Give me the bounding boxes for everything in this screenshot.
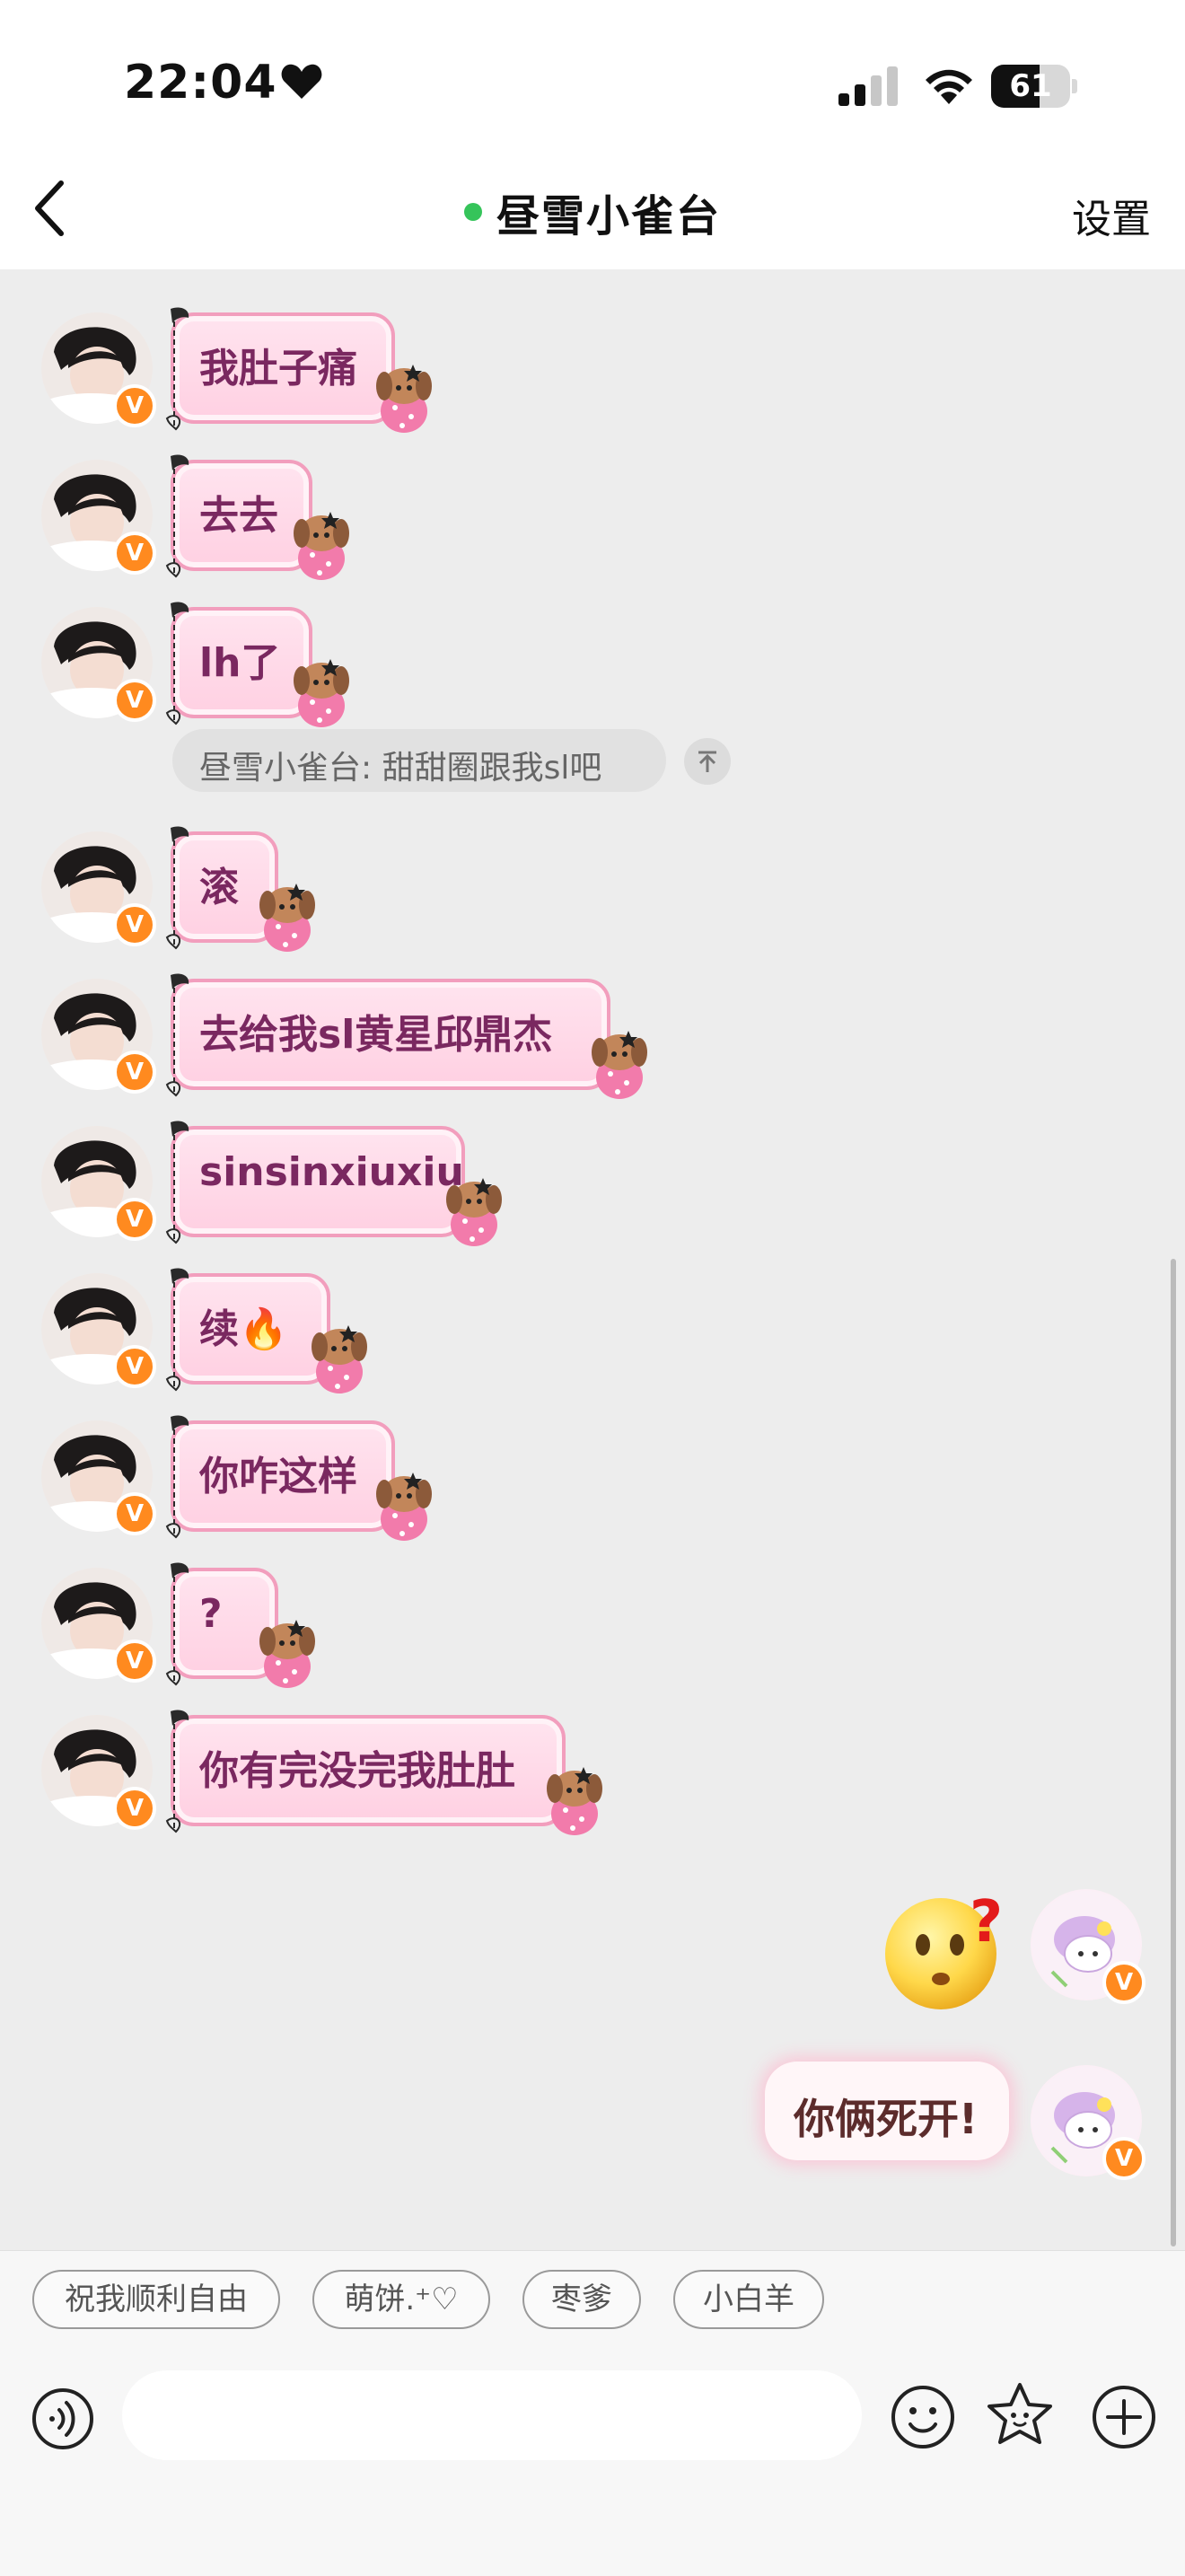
ribbon-bow-icon [165,602,189,725]
battery-level: 61 [1009,68,1052,104]
verified-badge: V [113,679,156,722]
chat-title-bar: 昼雪小雀台 [0,180,1185,244]
contact-avatar[interactable]: V [41,1126,156,1241]
verified-badge: V [1102,1961,1146,2004]
quick-reply-chip[interactable]: 萌饼.⁺♡ [312,2270,490,2329]
quick-reply-chip[interactable]: 祝我顺利自由 [32,2270,280,2329]
verified-badge: V [113,903,156,946]
contact-avatar[interactable]: V [41,1420,156,1535]
pinned-message[interactable]: 昼雪小雀台: 甜甜圈跟我sl吧 [172,729,666,792]
ribbon-bow-icon [165,1415,189,1539]
contact-avatar[interactable]: V [41,831,156,946]
settings-button[interactable]: 设置 [1072,187,1151,244]
message-bubble[interactable]: 去去 [165,454,366,580]
verified-badge: V [113,1492,156,1535]
cellular-signal-icon [838,66,898,106]
ribbon-bow-icon [165,973,189,1097]
my-avatar[interactable]: V [1031,2065,1146,2180]
puppy-sticker-icon [376,1473,432,1541]
contact-avatar[interactable]: V [41,607,156,722]
heart-icon [281,64,322,99]
message-text: 去去 [199,493,278,539]
verified-badge: V [113,1640,156,1683]
sticker-star-icon[interactable] [984,2379,1056,2451]
message-bubble[interactable]: 你咋这样 [165,1415,449,1541]
ribbon-bow-icon [165,307,189,431]
pin-to-top-button[interactable] [684,738,731,785]
contact-avatar[interactable]: V [41,979,156,1094]
verified-badge: V [113,1345,156,1388]
message-text: lh了 [199,640,281,686]
message-bubble[interactable]: 你有完没完我肚肚 [165,1710,619,1835]
ribbon-bow-icon [165,826,189,950]
message-text: ? [199,1591,223,1637]
svg-text:?: ? [970,1889,1003,1956]
plus-icon[interactable] [1090,2383,1158,2451]
contact-avatar[interactable]: V [41,1568,156,1683]
ribbon-bow-icon [165,1710,189,1833]
contact-avatar[interactable]: V [41,312,156,427]
verified-badge: V [113,1051,156,1094]
my-avatar[interactable]: V [1031,1889,1146,2004]
pinned-message-text: 昼雪小雀台: 甜甜圈跟我sl吧 [199,750,602,787]
verified-badge: V [113,532,156,575]
puppy-sticker-icon [592,1031,647,1099]
puppy-sticker-icon [294,659,349,727]
verified-badge: V [1102,2137,1146,2180]
message-text: 你俩死开! [794,2095,978,2143]
chat-title: 昼雪小雀台 [496,191,721,242]
message-bubble[interactable]: lh了 [165,602,366,727]
message-bubble[interactable]: sinsinxiuxiu [165,1121,519,1246]
ribbon-bow-icon [165,1562,189,1686]
message-text: 我肚子痛 [199,346,357,391]
puppy-sticker-icon [259,1620,315,1688]
message-text: 你有完没完我肚肚 [199,1748,515,1794]
puppy-sticker-icon [294,512,349,580]
ribbon-bow-icon [165,1121,189,1244]
message-bubble[interactable]: ? [165,1562,332,1688]
scrollbar[interactable] [1171,1259,1176,2246]
puppy-sticker-icon [312,1325,367,1394]
message-text: 去给我sl黄星邱鼎杰 [199,1012,553,1058]
message-bubble[interactable]: 续🔥 [165,1268,384,1394]
emoji-smile-icon[interactable] [889,2383,957,2451]
message-bubble[interactable]: 去给我sl黄星邱鼎杰 [165,973,664,1099]
puppy-sticker-icon [446,1178,502,1246]
my-message-bubble[interactable]: 你俩死开! [765,2062,1009,2160]
puppy-sticker-icon [547,1767,602,1835]
contact-avatar[interactable]: V [41,1273,156,1388]
message-text: 你咋这样 [199,1454,357,1499]
message-text: 滚 [199,865,239,910]
message-bubble[interactable]: 滚 [165,826,332,952]
pin-to-top-icon [698,751,716,772]
message-input[interactable] [122,2370,862,2460]
status-time: 22:04 [124,56,277,110]
confused-face-emoji-icon[interactable]: ? [882,1889,1007,2015]
puppy-sticker-icon [376,365,432,433]
message-text: sinsinxiuxiu [199,1149,464,1195]
voice-input-icon[interactable] [31,2387,95,2451]
quick-reply-chip[interactable]: 小白羊 [673,2270,824,2329]
ribbon-bow-icon [165,1268,189,1392]
battery-indicator: 61 [991,65,1077,108]
verified-badge: V [113,384,156,427]
wifi-icon [926,69,972,104]
message-text: 续🔥 [199,1306,288,1352]
puppy-sticker-icon [259,884,315,952]
online-status-dot [463,203,482,221]
contact-avatar[interactable]: V [41,1715,156,1830]
ribbon-bow-icon [165,454,189,578]
quick-reply-chip[interactable]: 枣爹 [522,2270,641,2329]
verified-badge: V [113,1198,156,1241]
message-bubble[interactable]: 我肚子痛 [165,307,449,433]
verified-badge: V [113,1787,156,1830]
contact-avatar[interactable]: V [41,460,156,575]
